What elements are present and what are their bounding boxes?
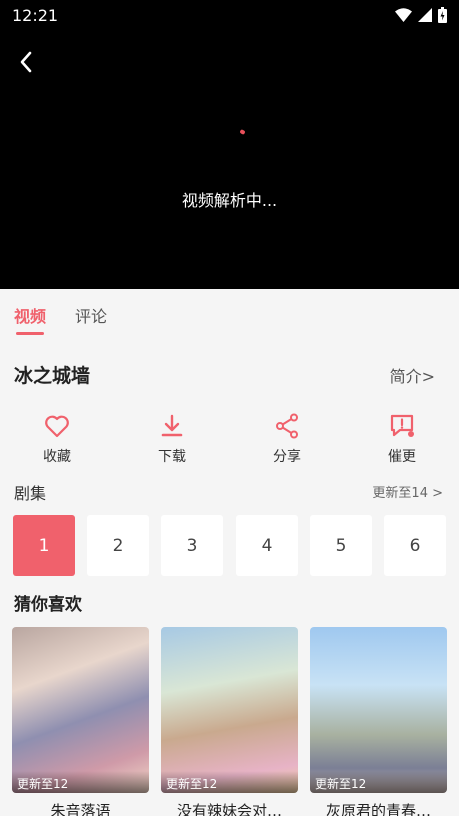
- recommend-section-title: 猜你喜欢: [14, 595, 82, 615]
- episode-item-6[interactable]: 6: [384, 515, 446, 576]
- download-button[interactable]: 下载: [132, 410, 212, 466]
- tab-video[interactable]: 视频: [14, 303, 46, 327]
- download-icon: [161, 414, 183, 437]
- share-button[interactable]: 分享: [247, 410, 327, 466]
- recommend-title: 朱音落语: [50, 802, 111, 816]
- status-bar: 12:21: [0, 0, 459, 30]
- signal-icon: [418, 8, 432, 22]
- recommend-item[interactable]: 更新至12 灰原君的青春…: [310, 627, 447, 816]
- parsing-status-text: 视频解析中...: [181, 191, 278, 210]
- recommend-item[interactable]: 更新至12 没有辣妹会对…: [161, 627, 298, 816]
- poster-image: 更新至12: [310, 627, 447, 793]
- update-badge: 更新至12: [161, 771, 298, 793]
- video-player[interactable]: 12:21 视频解析中...: [0, 0, 459, 289]
- back-arrow-icon: [20, 51, 32, 73]
- episodes-section-title: 剧集: [14, 484, 47, 503]
- content-tabs: 视频 评论: [0, 289, 459, 341]
- wifi-icon: [395, 8, 412, 22]
- action-bar: 收藏 下载 分享 催更: [0, 410, 459, 470]
- tab-comments[interactable]: 评论: [75, 303, 107, 327]
- back-button[interactable]: [12, 48, 40, 76]
- update-badge: 更新至12: [12, 771, 149, 793]
- recommend-item[interactable]: 更新至12 朱音落语: [12, 627, 149, 816]
- episode-item-4[interactable]: 4: [236, 515, 298, 576]
- recommend-title: 没有辣妹会对…: [176, 802, 282, 816]
- share-label: 分享: [273, 449, 301, 465]
- favorite-button[interactable]: 收藏: [17, 410, 97, 466]
- urge-update-icon: [390, 414, 414, 437]
- episode-item-1[interactable]: 1: [13, 515, 75, 576]
- loading-spinner: [239, 129, 246, 135]
- episode-item-3[interactable]: 3: [161, 515, 223, 576]
- urge-update-label: 催更: [388, 449, 416, 465]
- poster-image: 更新至12: [12, 627, 149, 793]
- share-icon: [276, 413, 298, 439]
- episode-item-5[interactable]: 5: [310, 515, 372, 576]
- intro-link[interactable]: 简介>: [390, 363, 435, 387]
- favorite-label: 收藏: [43, 449, 71, 465]
- update-badge: 更新至12: [310, 771, 447, 793]
- recommend-title: 灰原君的青春…: [325, 802, 431, 816]
- episode-item-2[interactable]: 2: [87, 515, 149, 576]
- recommend-list: 更新至12 朱音落语 更新至12 没有辣妹会对… 更新至12 灰原君的青春…: [12, 627, 459, 816]
- active-tab-indicator: [16, 332, 44, 335]
- download-label: 下载: [158, 449, 186, 465]
- poster-image: 更新至12: [161, 627, 298, 793]
- show-title: 冰之城墙: [14, 365, 91, 387]
- episodes-update-link[interactable]: 更新至14 >: [372, 482, 443, 501]
- status-time: 12:21: [12, 6, 59, 25]
- status-icons: [395, 6, 447, 24]
- urge-update-button[interactable]: 催更: [362, 410, 442, 466]
- battery-icon: [438, 7, 447, 23]
- heart-icon: [45, 415, 69, 438]
